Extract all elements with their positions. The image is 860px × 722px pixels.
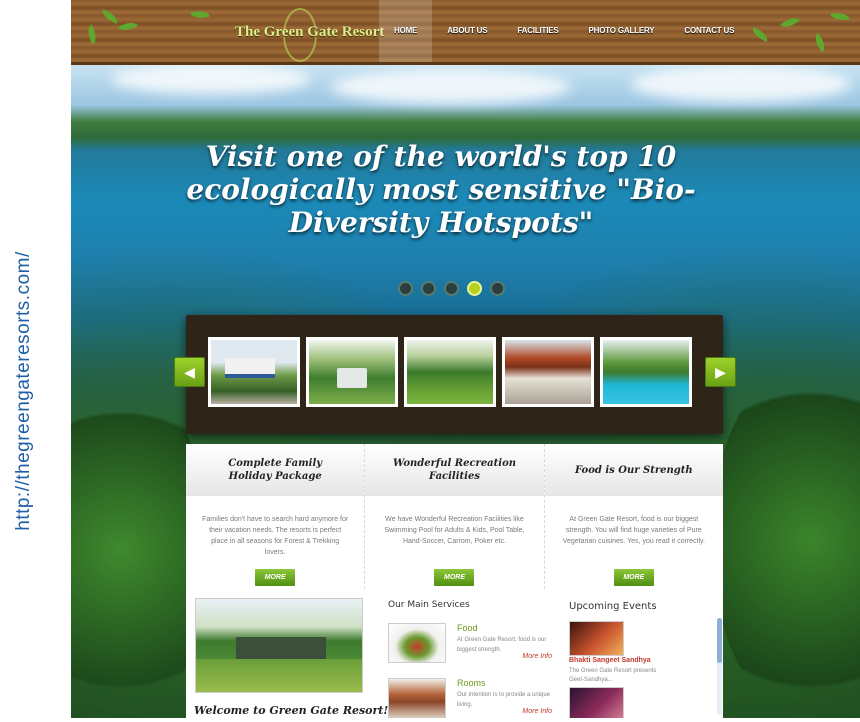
leaf-decoration	[190, 7, 210, 22]
services-title: Our Main Services	[388, 600, 470, 610]
event-photo[interactable]	[569, 621, 624, 656]
scrollbar-thumb[interactable]	[717, 618, 722, 663]
service-item-rooms: Rooms Our intention is to provide a uniq…	[388, 678, 568, 718]
arrow-right-icon[interactable]: ▶	[705, 357, 736, 387]
hero-title: Visit one of the world's top 10 ecologic…	[186, 140, 696, 239]
leaf-decoration	[83, 24, 101, 45]
service-name[interactable]: Food	[457, 623, 478, 633]
welcome-title: Welcome to Green Gate Resort!	[194, 704, 389, 717]
leaf-decoration	[780, 13, 800, 32]
thumbnail-swimming-pool[interactable]	[600, 337, 692, 407]
event-photo[interactable]	[569, 687, 624, 718]
leaf-decoration	[830, 10, 850, 23]
feature-text: Families don't have to search hard anymo…	[202, 516, 349, 556]
more-info-link[interactable]: More Info	[522, 708, 552, 715]
feature-food: Food is Our Strength At Green Gate Resor…	[544, 444, 723, 589]
welcome-photo[interactable]	[195, 598, 363, 693]
more-info-link[interactable]: More Info	[522, 653, 552, 660]
slide-dot-5[interactable]	[490, 281, 505, 296]
service-text: Our intention is to provide a unique liv…	[457, 692, 551, 708]
slide-dot-4[interactable]	[467, 281, 482, 296]
slide-dot-2[interactable]	[421, 281, 436, 296]
feature-family-package: Complete Family Holiday Package Families…	[186, 444, 366, 589]
bottom-section: Welcome to Green Gate Resort! Our Main S…	[186, 589, 723, 718]
site-header: The Green Gate Resort HOME ABOUT US FACI…	[71, 0, 860, 65]
site-url-text: http://thegreengateresorts.com/	[13, 251, 35, 531]
thumbnail-resort-entrance[interactable]	[208, 337, 300, 407]
event-text: The Green Gate Resort presents Geet-Sand…	[569, 668, 657, 683]
service-text: At Green Gate Resort, food is our bigges…	[457, 637, 547, 653]
service-item-food: Food At Green Gate Resort, food is our b…	[388, 623, 568, 668]
event-name[interactable]: Bhakti Sangeet Sandhya	[569, 657, 651, 664]
events-scrollbar[interactable]	[717, 618, 722, 715]
more-button[interactable]: MORE	[613, 569, 654, 586]
main-nav: HOME ABOUT US FACILITIES PHOTO GALLERY C…	[379, 0, 749, 62]
nav-about-us[interactable]: ABOUT US	[432, 0, 502, 62]
nav-home[interactable]: HOME	[379, 0, 433, 62]
feature-text: We have Wonderful Recreation Facilities …	[384, 516, 525, 545]
thumbnail-garden-fountain[interactable]	[306, 337, 398, 407]
feature-boxes: Complete Family Holiday Package Families…	[186, 444, 723, 589]
feature-text: At Green Gate Resort, food is our bigges…	[562, 516, 705, 545]
cloud	[631, 66, 851, 102]
feature-title: Food is Our Strength	[575, 464, 693, 476]
food-photo[interactable]	[388, 623, 446, 663]
thumbnail-carousel	[186, 315, 723, 434]
nav-facilities[interactable]: FACILITIES	[502, 0, 573, 62]
feature-title: Complete Family Holiday Package	[228, 458, 323, 482]
cloud	[111, 64, 311, 94]
more-button[interactable]: MORE	[434, 569, 475, 586]
rooms-photo[interactable]	[388, 678, 446, 718]
side-url-caption: http://thegreengateresorts.com/	[6, 226, 42, 556]
right-foliage	[711, 360, 860, 718]
site-logo[interactable]: The Green Gate Resort	[235, 24, 384, 41]
thumbnail-lawn-and-palms[interactable]	[404, 337, 496, 407]
cloud	[331, 70, 571, 104]
arrow-left-icon[interactable]: ◀	[174, 357, 205, 387]
nav-contact-us[interactable]: CONTACT US	[669, 0, 749, 62]
leaf-decoration	[750, 27, 770, 42]
events-title: Upcoming Events	[569, 601, 657, 612]
leaf-decoration	[810, 32, 830, 53]
service-name[interactable]: Rooms	[457, 678, 486, 688]
leaf-decoration	[100, 9, 120, 24]
feature-recreation: Wonderful Recreation Facilities We have …	[365, 444, 545, 589]
slide-dot-3[interactable]	[444, 281, 459, 296]
website-screenshot: The Green Gate Resort HOME ABOUT US FACI…	[71, 0, 860, 718]
nav-photo-gallery[interactable]: PHOTO GALLERY	[574, 0, 670, 62]
thumbnail-pavilion[interactable]	[502, 337, 594, 407]
leaf-decoration	[117, 18, 139, 35]
feature-title: Wonderful Recreation Facilities	[392, 458, 517, 482]
more-button[interactable]: MORE	[255, 569, 296, 586]
slide-dot-1[interactable]	[398, 281, 413, 296]
slide-dots	[398, 281, 505, 296]
